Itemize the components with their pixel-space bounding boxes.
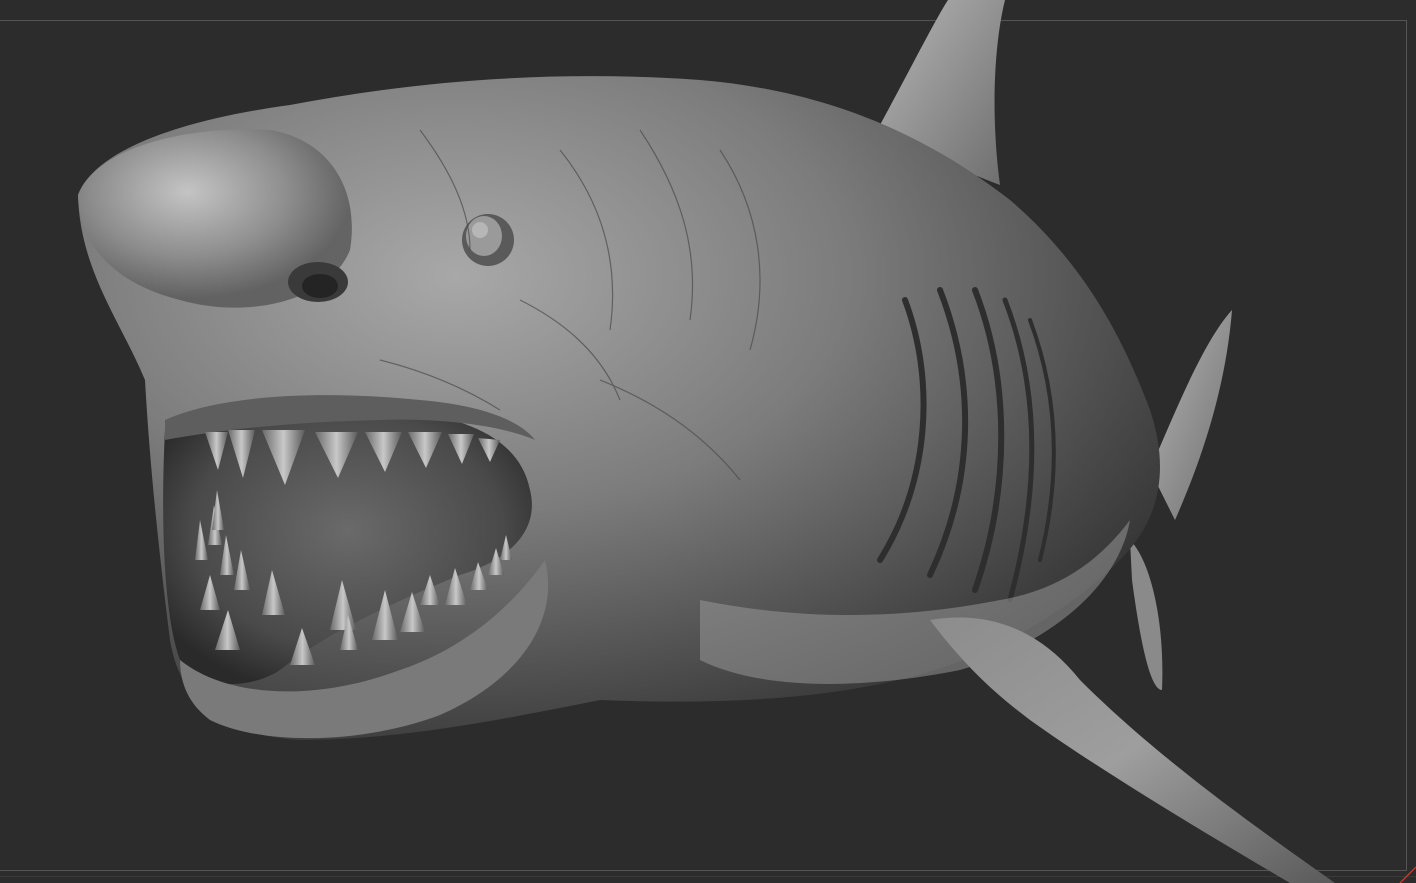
pectoral-fin	[930, 617, 1335, 883]
shark-sculpt-model[interactable]	[0, 0, 1416, 883]
second-dorsal-fin	[1150, 310, 1232, 520]
caudal-fin	[1130, 540, 1163, 690]
sculpt-viewport[interactable]	[0, 0, 1416, 883]
corner-marker-icon	[1399, 866, 1416, 883]
